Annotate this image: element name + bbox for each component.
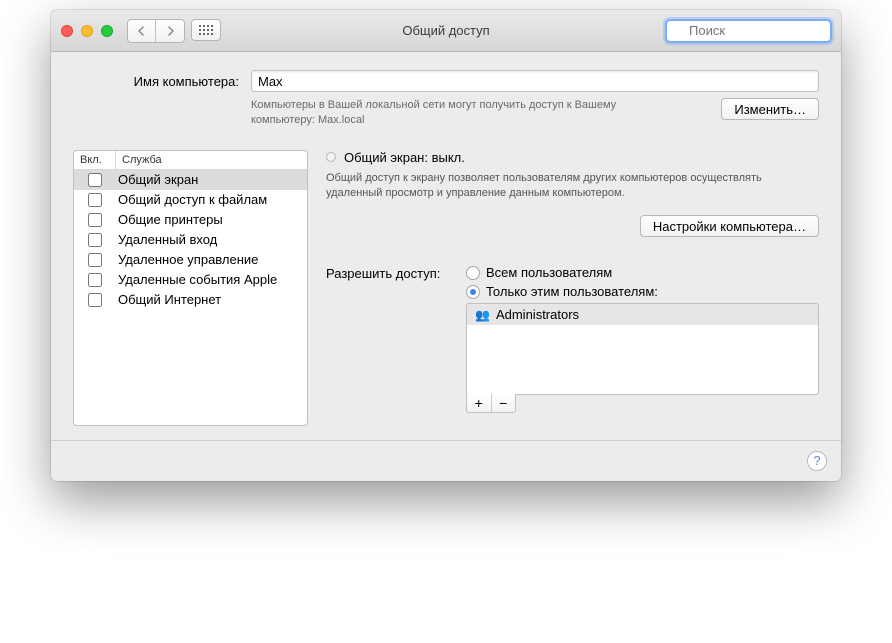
service-row[interactable]: Общий Интернет (74, 290, 307, 310)
service-row[interactable]: Общий экран (74, 170, 307, 190)
service-checkbox-wrap (74, 253, 116, 267)
service-label: Удаленный вход (116, 232, 307, 247)
service-label: Удаленные события Apple (116, 272, 307, 287)
computer-name-row: Имя компьютера: (73, 70, 819, 92)
service-checkbox-wrap (74, 213, 116, 227)
main-row: Вкл. Служба Общий экран Общий доступ к фа… (73, 150, 819, 426)
service-header-on: Вкл. (74, 151, 116, 169)
service-checkbox[interactable] (88, 293, 102, 307)
add-remove-segment: + − (466, 394, 516, 413)
settings-button-row: Настройки компьютера… (326, 215, 819, 237)
sharing-prefs-window: Общий доступ Имя компьютера: Компьютеры … (51, 10, 841, 481)
service-checkbox[interactable] (88, 173, 102, 187)
allow-radio-group: Всем пользователям Только этим пользоват… (466, 265, 819, 413)
service-checkbox-wrap (74, 293, 116, 307)
status-text: Общий экран: выкл. (344, 150, 465, 165)
chevron-left-icon (137, 26, 146, 36)
radio-only-users-label: Только этим пользователям: (486, 284, 658, 299)
computer-name-subrow: Компьютеры в Вашей локальной сети могут … (73, 98, 819, 128)
user-name: Administrators (496, 307, 579, 322)
minimize-icon[interactable] (81, 25, 93, 37)
allowed-users-list[interactable]: 👥 Administrators (466, 303, 819, 395)
allow-access-row: Разрешить доступ: Всем пользователям Тол… (326, 265, 819, 413)
computer-name-subtext: Компьютеры в Вашей локальной сети могут … (251, 98, 631, 128)
chevron-right-icon (166, 26, 175, 36)
status-indicator-icon (326, 152, 336, 162)
radio-all-users-row[interactable]: Всем пользователям (466, 265, 819, 280)
service-list: Вкл. Служба Общий экран Общий доступ к фа… (73, 150, 308, 426)
service-checkbox-wrap (74, 273, 116, 287)
service-checkbox[interactable] (88, 253, 102, 267)
window-controls (61, 25, 113, 37)
service-header-service: Служба (116, 151, 307, 169)
back-button[interactable] (128, 20, 156, 42)
service-description: Общий доступ к экрану позволяет пользова… (326, 171, 819, 202)
service-label: Удаленное управление (116, 252, 307, 267)
service-checkbox-wrap (74, 233, 116, 247)
service-label: Общий доступ к файлам (116, 192, 307, 207)
service-detail: Общий экран: выкл. Общий доступ к экрану… (326, 150, 819, 414)
service-list-header: Вкл. Служба (74, 151, 307, 170)
service-checkbox-wrap (74, 193, 116, 207)
footer: ? (51, 440, 841, 481)
radio-only-users[interactable] (466, 285, 480, 299)
service-checkbox[interactable] (88, 193, 102, 207)
computer-name-label: Имя компьютера: (73, 74, 243, 89)
service-label: Общий экран (116, 172, 307, 187)
allow-access-label: Разрешить доступ: (326, 265, 456, 413)
back-forward-segment (127, 19, 185, 43)
service-row[interactable]: Удаленные события Apple (74, 270, 307, 290)
radio-all-users-label: Всем пользователям (486, 265, 612, 280)
edit-hostname-button[interactable]: Изменить… (721, 98, 819, 120)
search-wrap (666, 20, 831, 42)
service-label: Общие принтеры (116, 212, 307, 227)
users-icon: 👥 (475, 308, 490, 322)
service-list-body: Общий экран Общий доступ к файлам Общие пр… (74, 170, 307, 425)
computer-name-input[interactable] (251, 70, 819, 92)
radio-all-users[interactable] (466, 266, 480, 280)
grid-icon (199, 25, 213, 35)
zoom-icon[interactable] (101, 25, 113, 37)
close-icon[interactable] (61, 25, 73, 37)
computer-settings-button[interactable]: Настройки компьютера… (640, 215, 819, 237)
content-area: Имя компьютера: Компьютеры в Вашей локал… (51, 52, 841, 440)
titlebar: Общий доступ (51, 10, 841, 52)
service-row[interactable]: Общие принтеры (74, 210, 307, 230)
toolbar-nav (127, 19, 221, 43)
service-row[interactable]: Общий доступ к файлам (74, 190, 307, 210)
help-button[interactable]: ? (807, 451, 827, 471)
service-row[interactable]: Удаленное управление (74, 250, 307, 270)
service-checkbox[interactable] (88, 233, 102, 247)
service-checkbox[interactable] (88, 213, 102, 227)
radio-only-users-row[interactable]: Только этим пользователям: (466, 284, 819, 299)
add-user-button[interactable]: + (467, 394, 492, 412)
service-row[interactable]: Удаленный вход (74, 230, 307, 250)
forward-button[interactable] (156, 20, 184, 42)
remove-user-button[interactable]: − (492, 394, 516, 412)
user-row[interactable]: 👥 Administrators (467, 304, 818, 325)
search-input[interactable] (666, 20, 831, 42)
service-checkbox[interactable] (88, 273, 102, 287)
status-row: Общий экран: выкл. (326, 150, 819, 165)
service-checkbox-wrap (74, 173, 116, 187)
show-all-button[interactable] (191, 19, 221, 41)
service-label: Общий Интернет (116, 292, 307, 307)
